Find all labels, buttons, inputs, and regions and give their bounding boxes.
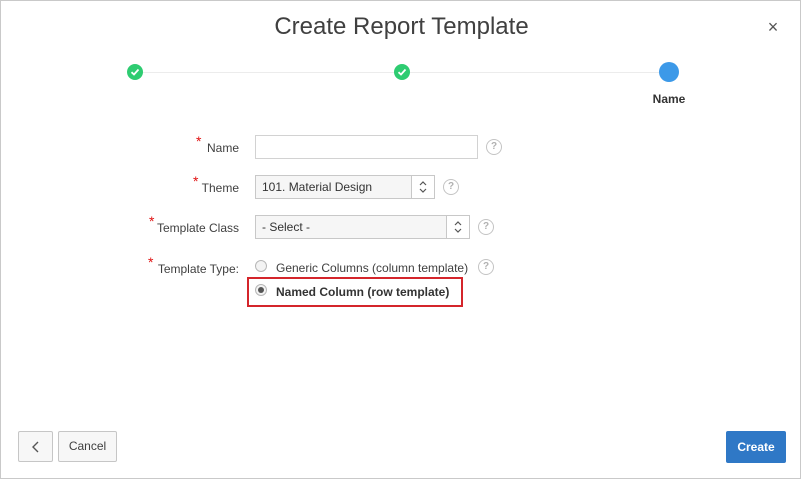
close-icon[interactable]: ×: [763, 17, 783, 37]
chevron-updown-icon: [419, 181, 427, 193]
cancel-button[interactable]: Cancel: [58, 431, 117, 462]
checkmark-icon: [397, 68, 407, 76]
template-class-select[interactable]: - Select -: [255, 215, 470, 239]
select-arrows: [411, 176, 434, 198]
wizard-step-1-complete: [127, 64, 143, 80]
select-arrows: [446, 216, 469, 238]
template-type-label: Template Type:: [157, 262, 239, 276]
wizard-step-label: Name: [652, 92, 686, 106]
back-button[interactable]: [18, 431, 53, 462]
chevron-left-icon: [32, 441, 39, 453]
template-class-select-value: - Select -: [262, 220, 311, 234]
help-icon[interactable]: ?: [478, 259, 494, 275]
name-input[interactable]: [255, 135, 478, 159]
theme-select[interactable]: 101. Material Design: [255, 175, 435, 199]
help-icon[interactable]: ?: [486, 139, 502, 155]
template-class-label: Template Class: [156, 221, 239, 235]
chevron-updown-icon: [454, 221, 462, 233]
name-label: Name: [206, 141, 239, 155]
annotation-highlight-box: [247, 277, 463, 307]
help-icon[interactable]: ?: [478, 219, 494, 235]
create-report-template-dialog: Create Report Template × Name * Name ? *…: [0, 0, 801, 479]
radio-generic-columns-label[interactable]: Generic Columns (column template): [276, 261, 468, 275]
theme-select-value: 101. Material Design: [262, 180, 373, 194]
dialog-title: Create Report Template: [274, 13, 529, 40]
help-icon[interactable]: ?: [443, 179, 459, 195]
create-button[interactable]: Create: [726, 431, 786, 463]
checkmark-icon: [130, 68, 140, 76]
wizard-step-2-complete: [394, 64, 410, 80]
theme-label: Theme: [201, 181, 239, 195]
radio-generic-columns[interactable]: [255, 260, 267, 272]
wizard-step-3-current: [659, 62, 679, 82]
